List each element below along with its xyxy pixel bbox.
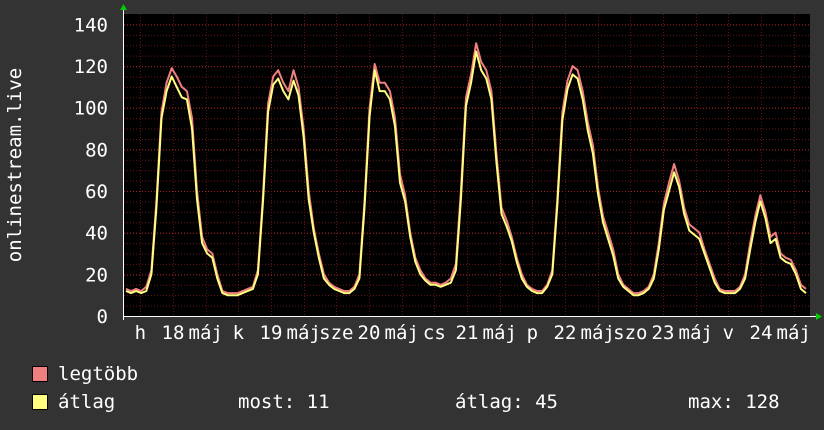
x-tick-label: 18 xyxy=(162,322,185,344)
x-axis-arrow xyxy=(816,313,822,320)
x-tick-label: p xyxy=(527,322,538,344)
legend-swatch-avg xyxy=(32,394,48,410)
x-tick-label: h xyxy=(135,322,146,344)
x-tick-label: 20 xyxy=(358,322,381,344)
stat-max: max: 128 xyxy=(688,391,780,413)
stat-now: most: 11 xyxy=(238,391,330,413)
y-tick-label: 140 xyxy=(74,14,108,36)
x-tick-label: 19 xyxy=(260,322,283,344)
y-axis-arrow xyxy=(120,4,127,10)
x-tick-label: sze xyxy=(319,322,353,344)
x-tick-label: szo xyxy=(613,322,647,344)
y-tick-label: 100 xyxy=(74,98,108,120)
y-axis-label: onlinestream.live xyxy=(4,68,26,262)
x-tick-label: máj xyxy=(777,322,811,344)
x-tick-label: v xyxy=(723,322,734,344)
x-tick-label: máj xyxy=(679,322,713,344)
x-tick-label: k xyxy=(233,322,245,344)
y-tick-label: 0 xyxy=(97,306,108,328)
y-tick-label: 120 xyxy=(74,56,108,78)
x-tick-label: máj xyxy=(581,322,615,344)
y-tick-label: 60 xyxy=(85,181,108,203)
stat-avg: átlag: 45 xyxy=(455,391,558,413)
x-tick-label: cs xyxy=(423,322,446,344)
x-tick-label: 22 xyxy=(554,322,577,344)
x-tick-label: máj xyxy=(385,322,419,344)
legend-swatch-max xyxy=(32,366,48,382)
x-tick-label: 21 xyxy=(456,322,479,344)
legend-label-avg: átlag xyxy=(58,391,116,413)
y-tick-label: 80 xyxy=(85,139,108,161)
y-tick-label: 20 xyxy=(85,264,108,286)
legend-label-max: legtöbb xyxy=(58,363,139,385)
x-tick-label: máj xyxy=(189,322,223,344)
y-tick-labels: 0 20 40 60 80 100 120 140 xyxy=(74,14,108,328)
x-tick-label: 23 xyxy=(652,322,675,344)
x-tick-label: máj xyxy=(287,322,321,344)
x-tick-label: máj xyxy=(483,322,517,344)
y-tick-label: 40 xyxy=(85,223,108,245)
x-tick-label: 24 xyxy=(750,322,773,344)
x-tick-labels: h 18 máj k 19 májsze 20 máj cs 21 máj p 22 májszo 23 má… xyxy=(135,322,811,344)
